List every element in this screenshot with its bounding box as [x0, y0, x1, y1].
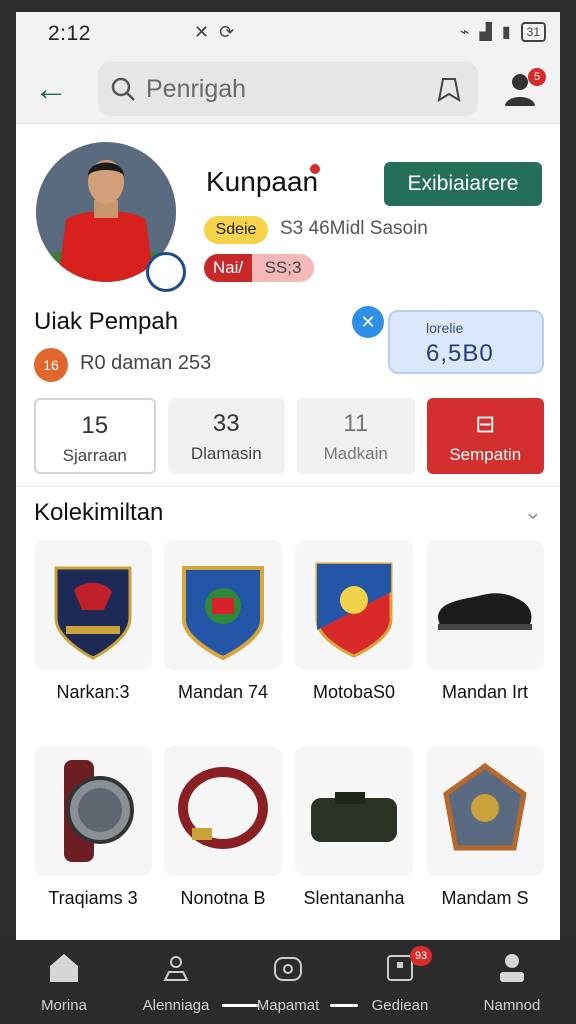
- collection-item[interactable]: MotobaS0: [295, 540, 413, 703]
- info-section: Uiak Pempah 16 R0 daman 253 ✕ lorelie 6,…: [16, 304, 560, 392]
- device-frame: 2:12 ✕ ⟳ ⌁ ▟ ▮ 31 ← Penrigah 5 Kunpaan E…: [0, 0, 576, 1024]
- nav-item-inbox[interactable]: 93 Gediean: [350, 946, 450, 1014]
- collection-item[interactable]: Nonotna B: [164, 746, 282, 909]
- crest-blue-icon: [164, 540, 282, 670]
- nav-item-home[interactable]: Morina: [14, 950, 114, 1014]
- stats-row: 15 Sjarraan 33 Dlamasin 11 Madkain ⊟ Sem…: [34, 398, 544, 474]
- crest-shield-icon: [295, 540, 413, 670]
- price-card[interactable]: lorelie 6,5B0: [388, 310, 544, 374]
- sim-icon: ▮: [501, 24, 511, 41]
- status-icons-right: ⌁ ▟ ▮ 31: [460, 22, 546, 42]
- top-bar: ← Penrigah 5: [16, 56, 560, 124]
- vibrate-icon: ⌁: [459, 24, 470, 41]
- home-indicator-right: [330, 1004, 358, 1007]
- nav-label: Alenniaga: [142, 997, 210, 1014]
- primary-action-button[interactable]: Exibiaiarere: [384, 162, 542, 206]
- nav-badge: 93: [410, 946, 432, 966]
- coin-icon: 16: [34, 348, 68, 382]
- alert-icon: [163, 956, 189, 981]
- search-icon: [111, 77, 135, 101]
- collection-header[interactable]: Kolekimiltan ⌄: [16, 486, 560, 538]
- collection-item[interactable]: Mandan 74: [164, 540, 282, 703]
- bookmark-icon[interactable]: [434, 74, 464, 104]
- info-subtitle: R0 daman 253: [80, 352, 212, 374]
- search-input[interactable]: Penrigah: [146, 75, 246, 104]
- nav-label: Gediean: [371, 997, 429, 1014]
- back-arrow-icon[interactable]: ←: [34, 70, 74, 110]
- item-label: Slentananha: [303, 888, 405, 908]
- club-badge-icon: [146, 252, 186, 292]
- collection-item[interactable]: Narkan:3: [34, 540, 152, 703]
- section-title: Uiak Pempah: [34, 308, 179, 335]
- sync-icon: ⟳: [219, 22, 235, 42]
- wifi-off-icon: ✕: [194, 22, 210, 42]
- signal-icon: ▟: [479, 24, 492, 41]
- camera-icon: [274, 957, 302, 981]
- stat-card[interactable]: 15 Sjarraan: [34, 398, 156, 474]
- app-screen: 2:12 ✕ ⟳ ⌁ ▟ ▮ 31 ← Penrigah 5 Kunpaan E…: [16, 12, 560, 940]
- nation-tag: Nai/ SS;3: [204, 254, 314, 282]
- price-label: lorelie: [426, 320, 464, 336]
- item-label: Mandan 74: [177, 682, 269, 702]
- status-dot: [310, 164, 320, 174]
- item-label: Mandam S: [441, 888, 529, 908]
- status-icons-mid: ✕ ⟳: [194, 22, 234, 43]
- stat-value: 11: [343, 410, 369, 437]
- nav-label: Morina: [41, 997, 87, 1014]
- nav-item-profile[interactable]: Namnod: [462, 950, 562, 1014]
- stat-label: Dlamasin: [190, 444, 262, 463]
- stat-label: Madkain: [323, 444, 388, 463]
- collection-item[interactable]: Mandan Irt: [426, 540, 544, 703]
- collection-item[interactable]: Traqiams 3: [34, 746, 152, 909]
- chevron-down-icon[interactable]: ⌄: [524, 499, 542, 525]
- item-label: Mandan Irt: [441, 682, 529, 702]
- shoe-icon: [426, 540, 544, 670]
- collection-item[interactable]: Slentananha: [295, 746, 413, 909]
- collection-title: Kolekimiltan: [34, 499, 164, 526]
- home-icon: [50, 954, 78, 982]
- stat-card[interactable]: 11 Madkain: [297, 398, 415, 474]
- stat-value: 15: [81, 412, 109, 439]
- crest-eagle-icon: [34, 540, 152, 670]
- item-label: Nonotna B: [180, 888, 266, 908]
- stat-card[interactable]: 33 Dlamasin: [167, 398, 285, 474]
- search-bar[interactable]: Penrigah: [98, 62, 478, 116]
- badge-icon: [426, 746, 544, 876]
- exchange-icon: ⊟: [475, 411, 496, 438]
- rarity-tag: Sdeie: [204, 216, 268, 244]
- season-text: S3 46Midl Sasoin: [280, 218, 428, 239]
- battery-icon: 31: [520, 22, 546, 42]
- player-name: Kunpaan: [206, 166, 319, 197]
- account-button[interactable]: 5: [502, 68, 548, 112]
- profile-header: Kunpaan Exibiaiarere Sdeie S3 46Midl Sas…: [16, 124, 560, 304]
- home-indicator-left: [222, 1004, 258, 1007]
- item-label: Narkan:3: [56, 682, 130, 702]
- nav-label: Namnod: [483, 997, 541, 1014]
- stat-label: Sjarraan: [62, 446, 127, 465]
- bag-icon: [295, 746, 413, 876]
- notification-badge: 5: [528, 68, 546, 86]
- nav-item-alerts[interactable]: Alenniaga: [126, 950, 226, 1014]
- nation-tag-label: Nai/: [204, 254, 252, 282]
- tools-icon[interactable]: ✕: [352, 306, 384, 338]
- watch-icon: [34, 746, 152, 876]
- status-time: 2:12: [48, 22, 91, 45]
- stat-value: 33: [212, 410, 240, 437]
- bottom-nav: Morina Alenniaga Mapamat 93 Gediean Namn…: [0, 940, 576, 1024]
- stat-label: Sempatin: [449, 445, 522, 464]
- collection-item[interactable]: Mandam S: [426, 746, 544, 909]
- item-label: MotobaS0: [312, 682, 396, 702]
- price-value: 6,5B0: [426, 340, 494, 367]
- status-bar: 2:12 ✕ ⟳ ⌁ ▟ ▮ 31: [16, 12, 560, 56]
- stat-card-action[interactable]: ⊟ Sempatin: [426, 398, 544, 474]
- profile-icon: [500, 954, 524, 982]
- nation-tag-value: SS;3: [252, 254, 314, 282]
- item-label: Traqiams 3: [48, 888, 138, 908]
- bracelet-icon: [164, 746, 282, 876]
